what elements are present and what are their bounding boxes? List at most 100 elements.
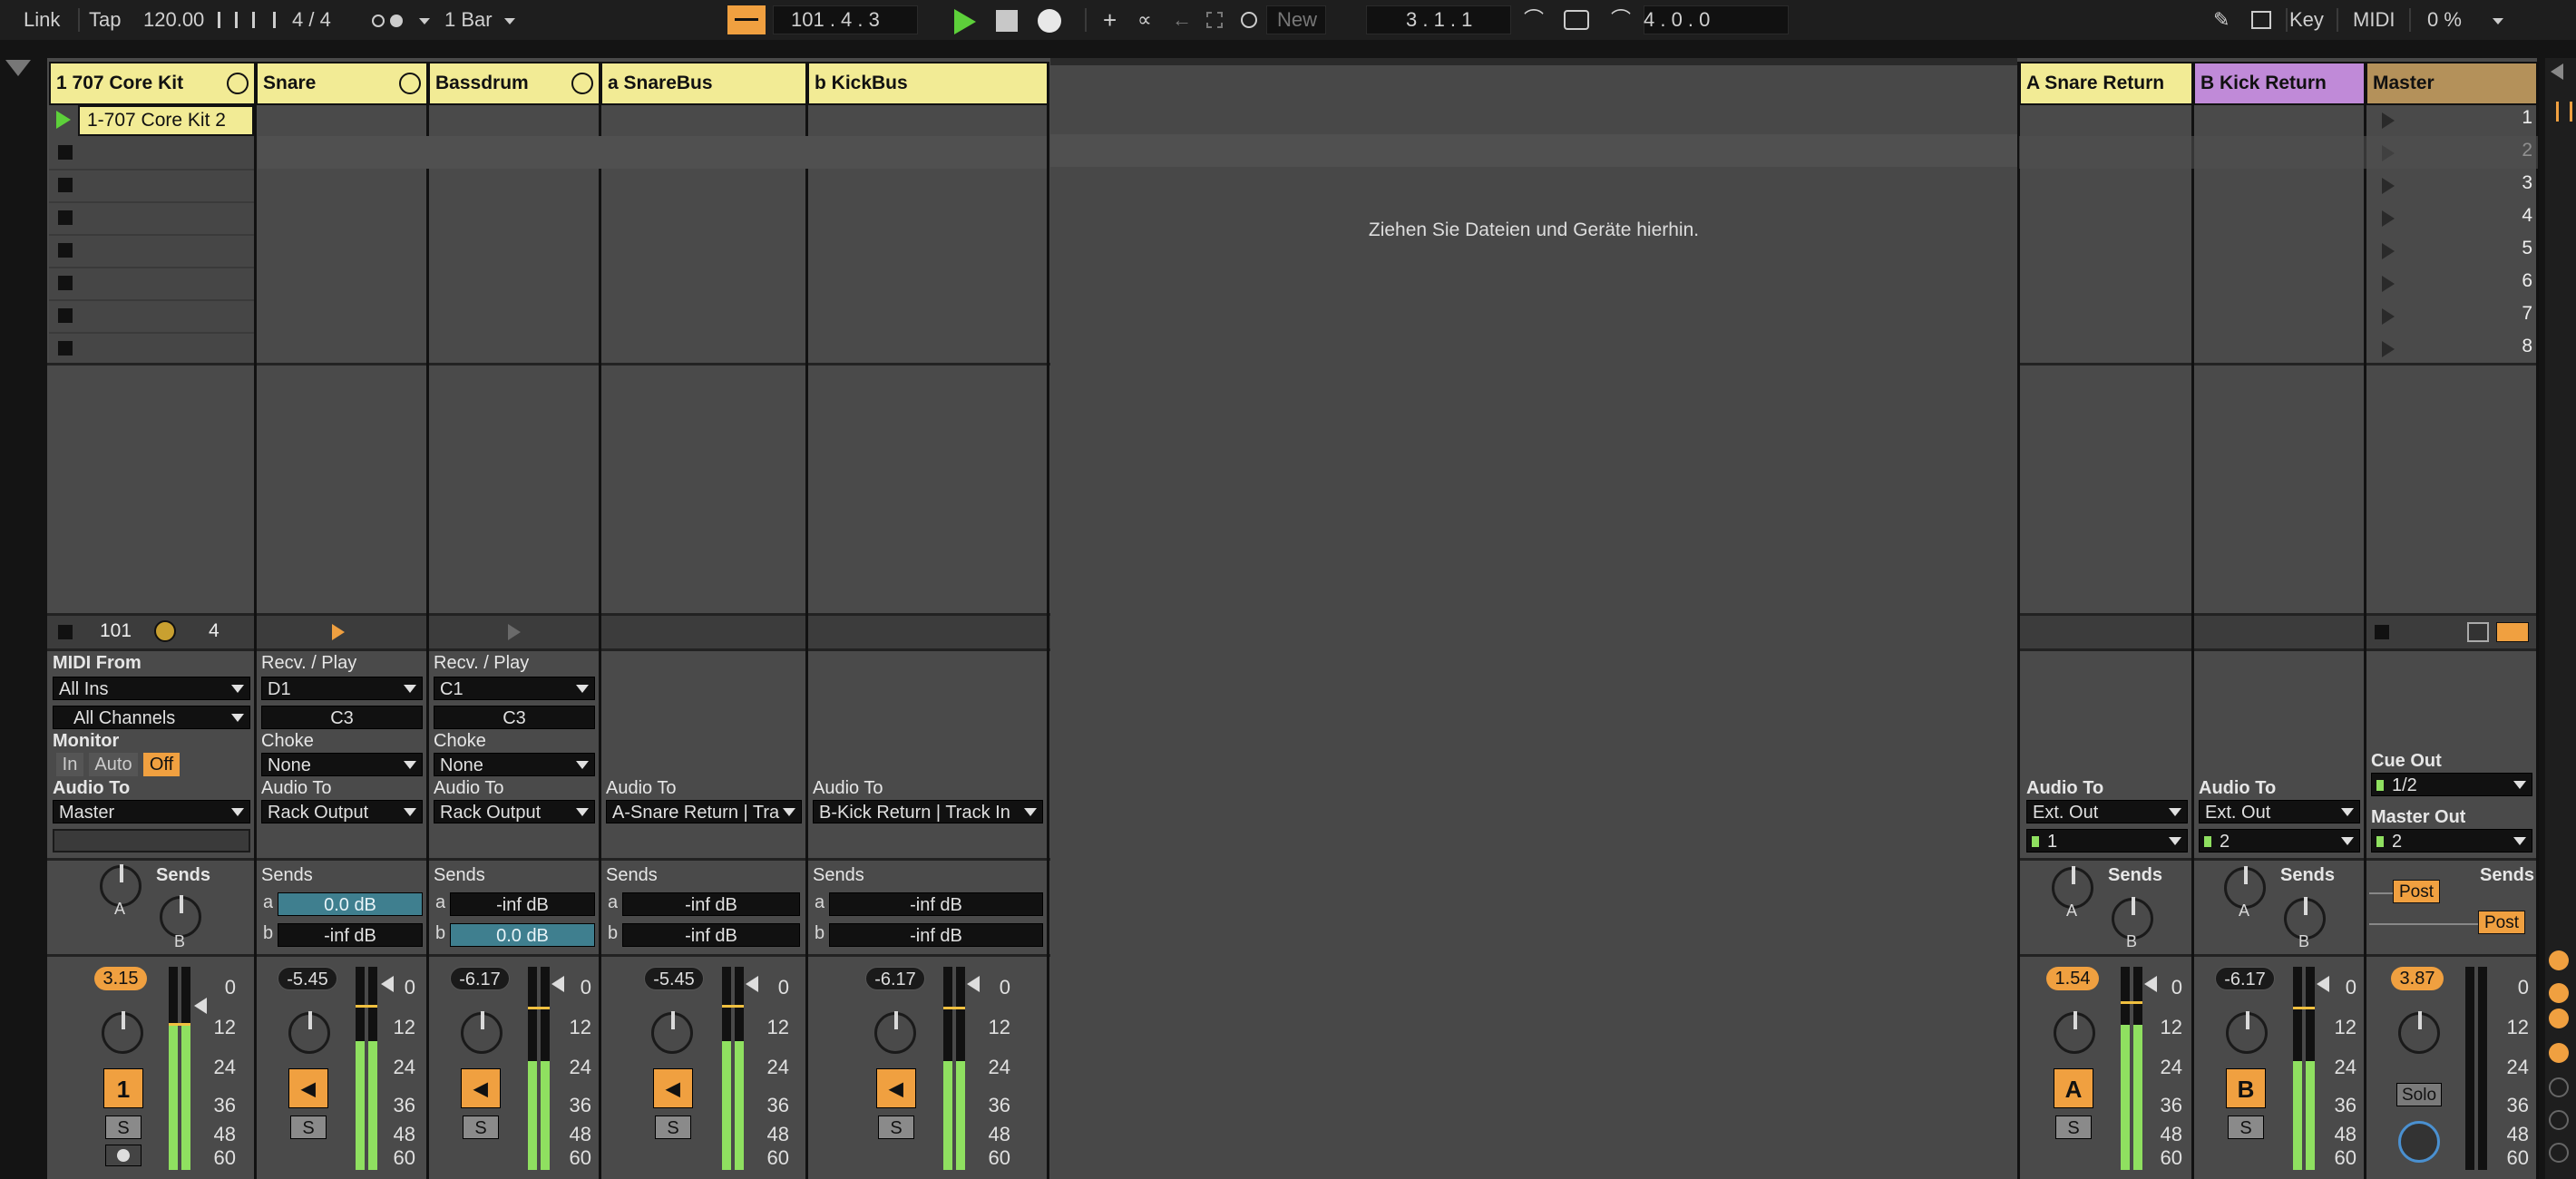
monitor-in-button[interactable]: In	[56, 753, 83, 776]
pan-knob[interactable]	[874, 1011, 916, 1054]
delay-toggle-icon[interactable]	[2549, 1077, 2569, 1097]
send-a-field[interactable]: -inf dB	[622, 892, 800, 916]
send-b-field[interactable]: 0.0 dB	[450, 923, 595, 947]
stop-all-icon[interactable]	[58, 625, 73, 639]
sends-toggle-icon[interactable]	[2549, 983, 2569, 1003]
time-signature[interactable]: 4 / 4	[292, 0, 331, 40]
volume-readout[interactable]: 3.87	[2391, 967, 2444, 990]
fold-icon[interactable]	[571, 73, 593, 94]
chevron-down-icon[interactable]	[419, 18, 430, 24]
solo-button[interactable]: S	[463, 1116, 499, 1139]
tap-button[interactable]: Tap	[89, 0, 121, 40]
overdub-icon[interactable]: +	[1103, 0, 1117, 40]
scene-launch-icon[interactable]	[2382, 178, 2395, 194]
volume-fader-cap[interactable]	[356, 1005, 377, 1008]
solo-button[interactable]: S	[878, 1116, 914, 1139]
loop-icon[interactable]	[1564, 10, 1589, 30]
output-channel-select[interactable]: 2	[2199, 829, 2360, 853]
volume-fader-cap[interactable]	[2293, 1007, 2315, 1009]
punch-out-icon[interactable]: ⌒	[1611, 0, 1631, 40]
audio-to-select[interactable]: Master	[53, 800, 250, 823]
pan-knob[interactable]	[2054, 1011, 2095, 1054]
volume-fader-cap[interactable]	[943, 1007, 965, 1009]
cue-out-select[interactable]: 1/2	[2371, 773, 2532, 796]
pan-knob[interactable]	[651, 1011, 693, 1054]
song-position[interactable]: 101 . 4 . 3	[791, 0, 880, 40]
audio-to-select[interactable]: Rack Output	[261, 800, 423, 823]
capture-icon[interactable]	[1206, 12, 1223, 28]
volume-readout[interactable]: -5.45	[644, 967, 704, 990]
monitor-auto-button[interactable]: Auto	[89, 753, 138, 776]
post-button[interactable]: Post	[2393, 880, 2440, 903]
speaker-button[interactable]: ◀	[461, 1068, 501, 1108]
back-to-arrangement-icon[interactable]: ←	[1172, 0, 1192, 40]
track-header[interactable]: b KickBus	[807, 62, 1049, 105]
pan-knob[interactable]	[288, 1011, 330, 1054]
session-record-icon[interactable]	[1241, 12, 1257, 28]
return-header[interactable]: A Snare Return	[2019, 62, 2193, 105]
return-header[interactable]: B Kick Return	[2193, 62, 2366, 105]
clip-stop-icon[interactable]	[58, 341, 73, 356]
scene-launch-icon[interactable]	[2382, 210, 2395, 227]
fold-icon[interactable]	[227, 73, 249, 94]
scene-launch-icon[interactable]	[2382, 341, 2395, 357]
tempo-knob-icon[interactable]	[154, 620, 176, 642]
clip-stop-icon[interactable]	[58, 276, 73, 290]
send-b-field[interactable]: -inf dB	[278, 923, 423, 947]
link-button[interactable]: Link	[24, 0, 60, 40]
volume-fader-cap[interactable]	[528, 1007, 550, 1009]
chevron-down-icon[interactable]	[2493, 18, 2503, 24]
send-a-field[interactable]: -inf dB	[450, 892, 595, 916]
pan-knob[interactable]	[2226, 1011, 2268, 1054]
follow-button[interactable]	[727, 5, 766, 34]
nudge-up-icon[interactable]	[252, 12, 276, 28]
volume-readout[interactable]: -6.17	[2215, 967, 2275, 990]
midi-from-select[interactable]: All Ins	[53, 677, 250, 700]
play-note-field[interactable]: C3	[261, 706, 423, 729]
audio-to-select[interactable]: Ext. Out	[2026, 800, 2188, 823]
volume-readout[interactable]: -6.17	[450, 967, 510, 990]
track-activator-button[interactable]: B	[2226, 1068, 2266, 1108]
metronome-icon[interactable]	[372, 15, 385, 27]
play-note-field[interactable]: C3	[434, 706, 595, 729]
loop-start[interactable]: 3 . 1 . 1	[1406, 0, 1472, 40]
fold-icon[interactable]	[399, 73, 421, 94]
solo-button[interactable]: S	[290, 1116, 327, 1139]
track-header[interactable]: a SnareBus	[600, 62, 807, 105]
audio-to-select[interactable]: Ext. Out	[2199, 800, 2360, 823]
volume-readout[interactable]: 3.15	[94, 967, 147, 990]
play-icon[interactable]	[954, 9, 976, 34]
scene-launch-icon[interactable]	[2382, 276, 2395, 292]
audio-to-select[interactable]: Rack Output	[434, 800, 595, 823]
record-arm-view-icon[interactable]	[2496, 622, 2529, 642]
choke-select[interactable]: None	[434, 753, 595, 776]
volume-fader-cap[interactable]	[722, 1005, 744, 1008]
io-toggle-icon[interactable]	[2549, 950, 2569, 970]
solo-button[interactable]: S	[2228, 1116, 2264, 1139]
track-activator-button[interactable]: 1	[103, 1068, 143, 1108]
volume-readout[interactable]: -6.17	[865, 967, 925, 990]
pan-knob[interactable]	[102, 1011, 143, 1054]
audio-to-select[interactable]: A-Snare Return | Tra	[606, 800, 802, 823]
solo-master-button[interactable]: Solo	[2396, 1083, 2442, 1106]
clip-stop-icon[interactable]	[58, 243, 73, 258]
scene-launch-icon[interactable]	[2382, 112, 2395, 129]
master-header[interactable]: Master	[2366, 62, 2538, 105]
audio-to-channel-select[interactable]	[53, 829, 250, 853]
volume-readout[interactable]: -5.45	[278, 967, 337, 990]
send-a-field[interactable]: -inf dB	[829, 892, 1043, 916]
browser-toggle-icon[interactable]	[5, 60, 31, 76]
draw-mode-icon[interactable]: ✎	[2213, 0, 2230, 40]
scene-launch-icon[interactable]	[2382, 308, 2395, 325]
record-icon[interactable]	[1038, 9, 1061, 33]
collapse-icon[interactable]	[2551, 63, 2563, 80]
send-a-field[interactable]: 0.0 dB	[278, 892, 423, 916]
clip-stop-icon[interactable]	[58, 210, 73, 225]
stop-all-icon[interactable]	[2375, 625, 2389, 639]
master-out-select[interactable]: 2	[2371, 829, 2532, 853]
play-indicator-icon[interactable]	[332, 624, 345, 640]
midi-map-button[interactable]: MIDI	[2353, 0, 2395, 40]
choke-select[interactable]: None	[261, 753, 423, 776]
clip[interactable]: 1-707 Core Kit 2	[78, 105, 254, 136]
clip-play-icon[interactable]	[56, 111, 71, 129]
